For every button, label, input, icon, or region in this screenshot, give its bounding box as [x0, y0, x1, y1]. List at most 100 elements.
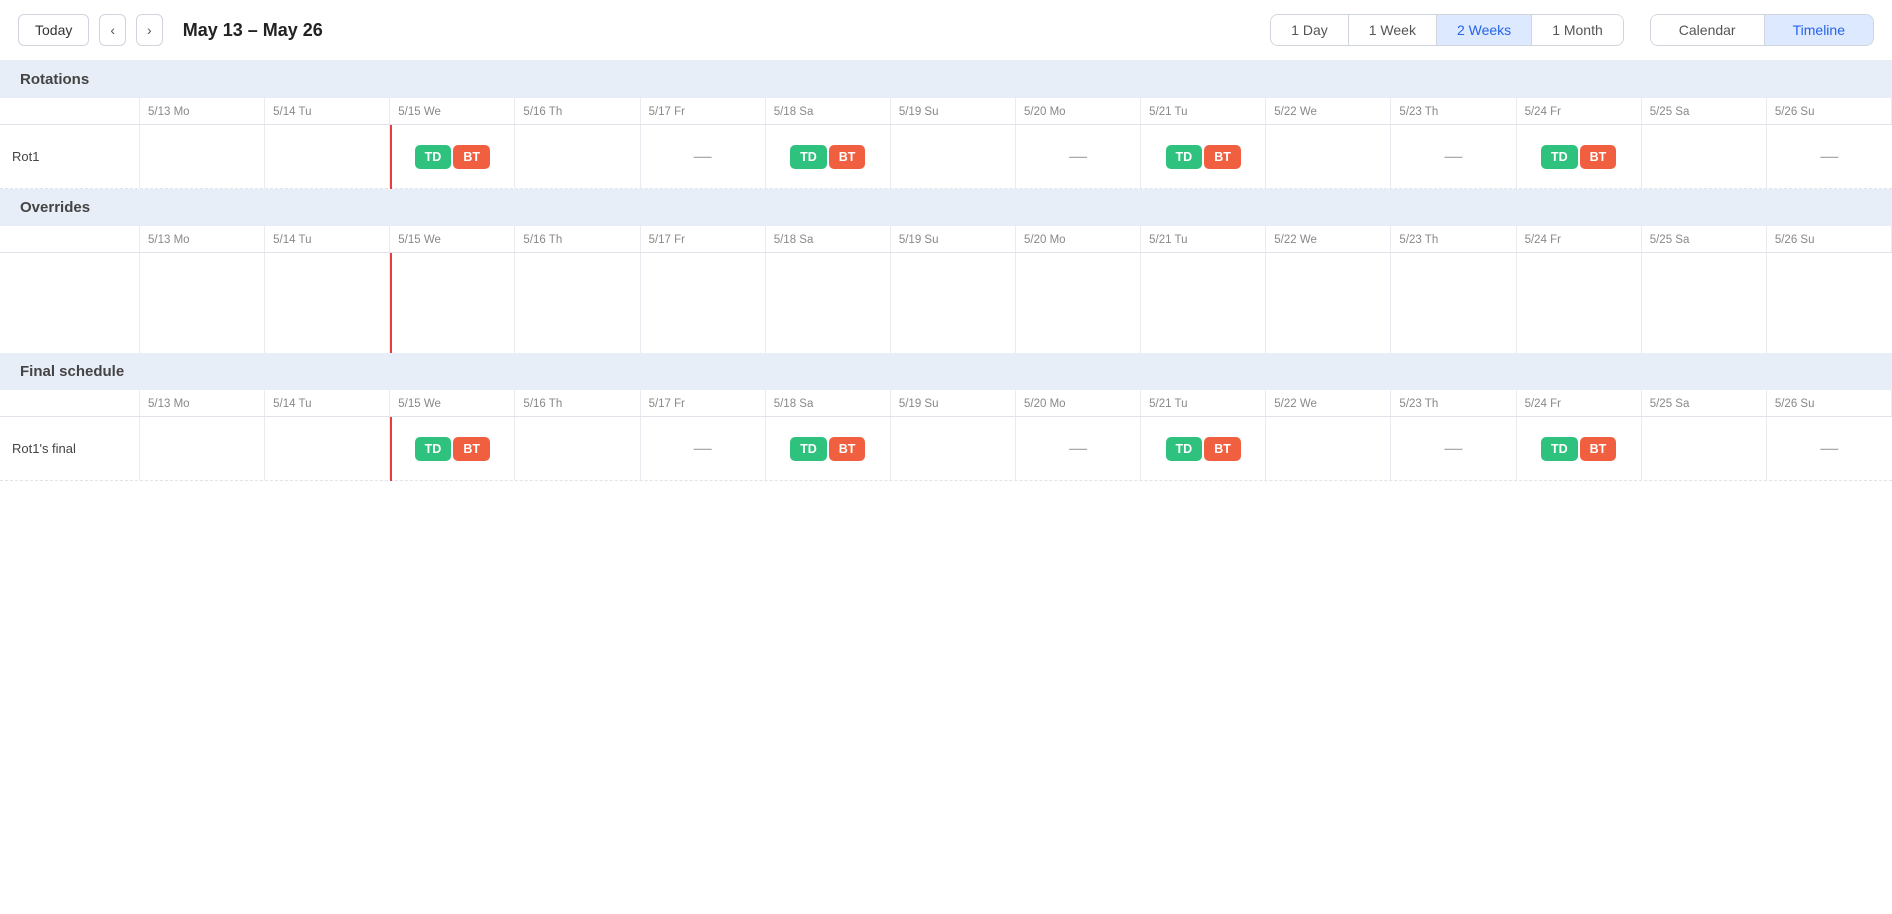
rot1-bt-2[interactable]: BT	[829, 145, 866, 169]
fs-header-day-9: 5/22 We	[1266, 390, 1391, 416]
fs-dash-3: —	[1444, 438, 1462, 459]
type-tabs: Calendar Timeline	[1650, 14, 1874, 46]
ov-cell-9	[1266, 253, 1391, 353]
today-button[interactable]: Today	[18, 14, 89, 46]
rot1-cell-8: TD BT	[1141, 125, 1266, 188]
ov-cell-11	[1517, 253, 1642, 353]
fs-header-day-5: 5/18 Sa	[766, 390, 891, 416]
rot1-cell-4: —	[641, 125, 766, 188]
tab-1week[interactable]: 1 Week	[1349, 15, 1437, 45]
rot1-td-4[interactable]: TD	[1541, 145, 1578, 169]
fs-header-day-6: 5/19 Su	[891, 390, 1016, 416]
rot1-dash-1: —	[694, 146, 712, 167]
fs-dash-1: —	[694, 438, 712, 459]
ov-cell-13	[1767, 253, 1892, 353]
today-line-final	[390, 417, 392, 481]
fs-header-day-10: 5/23 Th	[1391, 390, 1516, 416]
fs-td-2[interactable]: TD	[790, 437, 827, 461]
header-day-4: 5/17 Fr	[641, 98, 766, 124]
rot1-bt-4[interactable]: BT	[1580, 145, 1617, 169]
fs-cell-4: —	[641, 417, 766, 480]
final-header: 5/13 Mo 5/14 Tu 5/15 We 5/16 Th 5/17 Fr …	[0, 390, 1892, 417]
ov-cell-2	[390, 253, 515, 353]
fs-header-day-4: 5/17 Fr	[641, 390, 766, 416]
rot1-final-label: Rot1's final	[0, 417, 140, 480]
fs-cell-7: —	[1016, 417, 1141, 480]
fs-cell-11: TD BT	[1517, 417, 1642, 480]
rot1-cell-0	[140, 125, 265, 188]
ov-cell-8	[1141, 253, 1266, 353]
fs-cell-10: —	[1391, 417, 1516, 480]
header-day-2: 5/15 We	[390, 98, 515, 124]
rot1-cell-1	[265, 125, 390, 188]
header-label-empty	[0, 98, 140, 124]
fs-cell-5: TD BT	[766, 417, 891, 480]
fs-cell-0	[140, 417, 265, 480]
today-line-rotations	[390, 125, 392, 189]
fs-td-3[interactable]: TD	[1166, 437, 1203, 461]
tab-2weeks[interactable]: 2 Weeks	[1437, 15, 1532, 45]
fs-dash-2: —	[1069, 438, 1087, 459]
header-day-0: 5/13 Mo	[140, 98, 265, 124]
rot1-cell-3	[515, 125, 640, 188]
rot1-cell-2: TD BT	[390, 125, 515, 188]
ov-cell-4	[641, 253, 766, 353]
fs-cell-6	[891, 417, 1016, 480]
header-day-7: 5/20 Mo	[1016, 98, 1141, 124]
fs-cell-2: TD BT	[390, 417, 515, 480]
fs-dash-4: —	[1820, 438, 1838, 459]
header-day-12: 5/25 Sa	[1642, 98, 1767, 124]
rot1-cell-10: —	[1391, 125, 1516, 188]
fs-bt-3[interactable]: BT	[1204, 437, 1241, 461]
section-title-rotations: Rotations	[0, 61, 1892, 98]
header-day-13: 5/26 Su	[1767, 98, 1892, 124]
ov-header-day-4: 5/17 Fr	[641, 226, 766, 252]
rot1-cell-13: —	[1767, 125, 1892, 188]
overrides-empty-area	[0, 253, 1892, 353]
fs-td-4[interactable]: TD	[1541, 437, 1578, 461]
fs-header-day-11: 5/24 Fr	[1517, 390, 1642, 416]
final-header-label	[0, 390, 140, 416]
tab-1month[interactable]: 1 Month	[1532, 15, 1623, 45]
ov-cell-3	[515, 253, 640, 353]
header-day-11: 5/24 Fr	[1517, 98, 1642, 124]
ov-cell-0	[140, 253, 265, 353]
toolbar: Today ‹ › May 13 – May 26 1 Day 1 Week 2…	[0, 0, 1892, 61]
prev-button[interactable]: ‹	[99, 14, 126, 46]
rot1-td-2[interactable]: TD	[790, 145, 827, 169]
ov-header-day-7: 5/20 Mo	[1016, 226, 1141, 252]
rotations-header: 5/13 Mo 5/14 Tu 5/15 We 5/16 Th 5/17 Fr …	[0, 98, 1892, 125]
fs-bt-1[interactable]: BT	[453, 437, 490, 461]
next-button[interactable]: ›	[136, 14, 163, 46]
ov-header-day-11: 5/24 Fr	[1517, 226, 1642, 252]
rot1-td-3[interactable]: TD	[1166, 145, 1203, 169]
section-final-schedule: Final schedule 5/13 Mo 5/14 Tu 5/15 We 5…	[0, 353, 1892, 481]
fs-header-day-12: 5/25 Sa	[1642, 390, 1767, 416]
fs-td-1[interactable]: TD	[415, 437, 452, 461]
ov-header-day-1: 5/14 Tu	[265, 226, 390, 252]
fs-cell-1	[265, 417, 390, 480]
fs-bt-2[interactable]: BT	[829, 437, 866, 461]
calendar-body: Rotations 5/13 Mo 5/14 Tu 5/15 We 5/16 T…	[0, 61, 1892, 481]
rot1-dash-2: —	[1069, 146, 1087, 167]
ov-cell-5	[766, 253, 891, 353]
rot1-td-1[interactable]: TD	[415, 145, 452, 169]
rot1-bt-3[interactable]: BT	[1204, 145, 1241, 169]
rot1-cell-6	[891, 125, 1016, 188]
fs-bt-4[interactable]: BT	[1580, 437, 1617, 461]
overrides-header: 5/13 Mo 5/14 Tu 5/15 We 5/16 Th 5/17 Fr …	[0, 226, 1892, 253]
fs-header-day-3: 5/16 Th	[515, 390, 640, 416]
overrides-header-label	[0, 226, 140, 252]
header-day-6: 5/19 Su	[891, 98, 1016, 124]
fs-cell-9	[1266, 417, 1391, 480]
rot1-bt-1[interactable]: BT	[453, 145, 490, 169]
ov-cell-6	[891, 253, 1016, 353]
rot1-final-row: Rot1's final TD BT — TD BT —	[0, 417, 1892, 481]
ov-header-day-9: 5/22 We	[1266, 226, 1391, 252]
tab-1day[interactable]: 1 Day	[1271, 15, 1349, 45]
fs-header-day-0: 5/13 Mo	[140, 390, 265, 416]
tab-timeline[interactable]: Timeline	[1765, 15, 1873, 45]
ov-cell-1	[265, 253, 390, 353]
tab-calendar[interactable]: Calendar	[1651, 15, 1765, 45]
fs-cell-12	[1642, 417, 1767, 480]
